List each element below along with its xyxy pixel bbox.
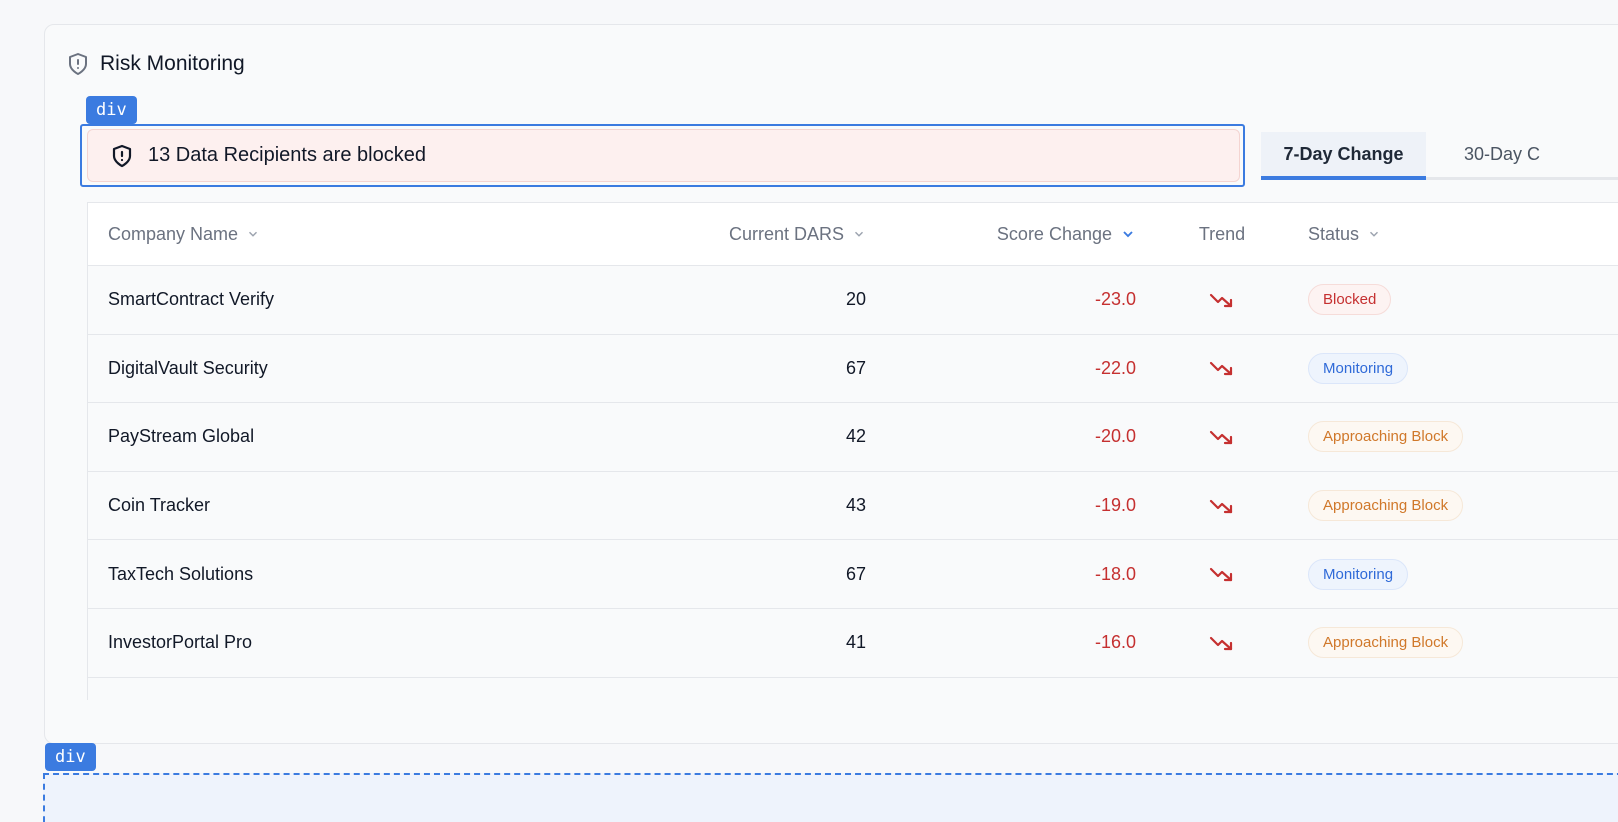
header-label: Score Change: [996, 223, 1112, 244]
chevron-down-icon: [1370, 231, 1379, 237]
header-label: Current DARS: [728, 223, 844, 244]
score-change: -18.0: [1094, 563, 1136, 584]
status-badge: Approaching Block: [1308, 421, 1464, 453]
shield-alert-icon: [112, 144, 132, 167]
alert-text: 13 Data Recipients are blocked: [148, 144, 426, 166]
chevron-down-icon: [1123, 231, 1133, 238]
trending-down-icon: [1209, 636, 1233, 650]
trending-down-icon: [1209, 362, 1233, 376]
status-badge: Blocked: [1308, 284, 1392, 316]
company-name: TaxTech Solutions: [108, 563, 254, 584]
trend-cell: [1136, 428, 1308, 446]
chevron-down-icon: [249, 231, 258, 237]
header-label: Company Name: [108, 223, 239, 244]
current-dars: 67: [845, 357, 866, 378]
table-header: Company Name Current DARS Score Change T…: [88, 203, 1618, 266]
company-name: InvestorPortal Pro: [108, 632, 253, 653]
tab-7-day-change[interactable]: 7-Day Change: [1261, 132, 1426, 180]
trending-down-icon: [1209, 499, 1233, 513]
period-tabs: 7-Day Change 30-Day C: [1261, 132, 1618, 180]
table-row[interactable]: TaxTech Solutions 67 -18.0 Monitoring: [88, 540, 1618, 609]
company-name: Coin Tracker: [108, 495, 211, 516]
drop-zone: [43, 773, 1618, 822]
header-company-name[interactable]: Company Name: [88, 224, 648, 245]
trend-cell: [1136, 565, 1308, 583]
current-dars: 67: [845, 563, 866, 584]
current-dars: 20: [845, 289, 866, 310]
status-badge: Monitoring: [1308, 352, 1409, 384]
table-row[interactable]: PayStream Global 42 -20.0 Approaching Bl…: [88, 403, 1618, 472]
trend-cell: [1136, 291, 1308, 309]
tab-30-day-change[interactable]: 30-Day C: [1426, 132, 1586, 177]
table-row[interactable]: InvestorPortal Pro 41 -16.0 Approaching …: [88, 608, 1618, 678]
score-change: -20.0: [1094, 426, 1136, 447]
current-dars: 42: [845, 426, 866, 447]
header-score-change[interactable]: Score Change: [866, 224, 1136, 245]
header-label: Status: [1308, 223, 1360, 244]
company-name: DigitalVault Security: [108, 357, 268, 378]
trend-cell: [1136, 497, 1308, 515]
header-trend: Trend: [1136, 224, 1308, 245]
dev-element-tag: div: [86, 96, 137, 124]
trending-down-icon: [1209, 568, 1233, 582]
trend-cell: [1136, 359, 1308, 377]
score-change: -16.0: [1094, 632, 1136, 653]
shield-alert-icon: [69, 53, 87, 75]
status-badge: Monitoring: [1308, 558, 1409, 590]
header-label: Trend: [1198, 223, 1246, 244]
score-change: -19.0: [1094, 495, 1136, 516]
trend-cell: [1136, 634, 1308, 652]
table-row[interactable]: Coin Tracker 43 -19.0 Approaching Block: [88, 471, 1618, 541]
table-row[interactable]: DigitalVault Security 67 -22.0 Monitorin…: [88, 334, 1618, 404]
dev-element-tag: div: [45, 743, 96, 771]
card-title: Risk Monitoring: [100, 52, 245, 75]
header-current-dars[interactable]: Current DARS: [648, 224, 866, 245]
blocked-alert: 13 Data Recipients are blocked: [87, 129, 1240, 182]
header-status[interactable]: Status: [1308, 224, 1618, 245]
current-dars: 43: [845, 495, 866, 516]
table-row[interactable]: SmartContract Verify 20 -23.0 Blocked: [88, 266, 1618, 335]
company-name: SmartContract Verify: [108, 289, 275, 310]
score-change: -22.0: [1094, 357, 1136, 378]
risk-table: Company Name Current DARS Score Change T…: [87, 202, 1618, 700]
status-badge: Approaching Block: [1308, 627, 1464, 659]
card-header: Risk Monitoring: [66, 52, 245, 76]
company-name: PayStream Global: [108, 426, 255, 447]
table-row-partial[interactable]: [88, 677, 1618, 700]
trending-down-icon: [1209, 293, 1233, 307]
current-dars: 41: [845, 632, 866, 653]
chevron-down-icon: [854, 231, 864, 237]
status-badge: Approaching Block: [1308, 490, 1464, 522]
score-change: -23.0: [1094, 289, 1136, 310]
trending-down-icon: [1209, 430, 1233, 445]
